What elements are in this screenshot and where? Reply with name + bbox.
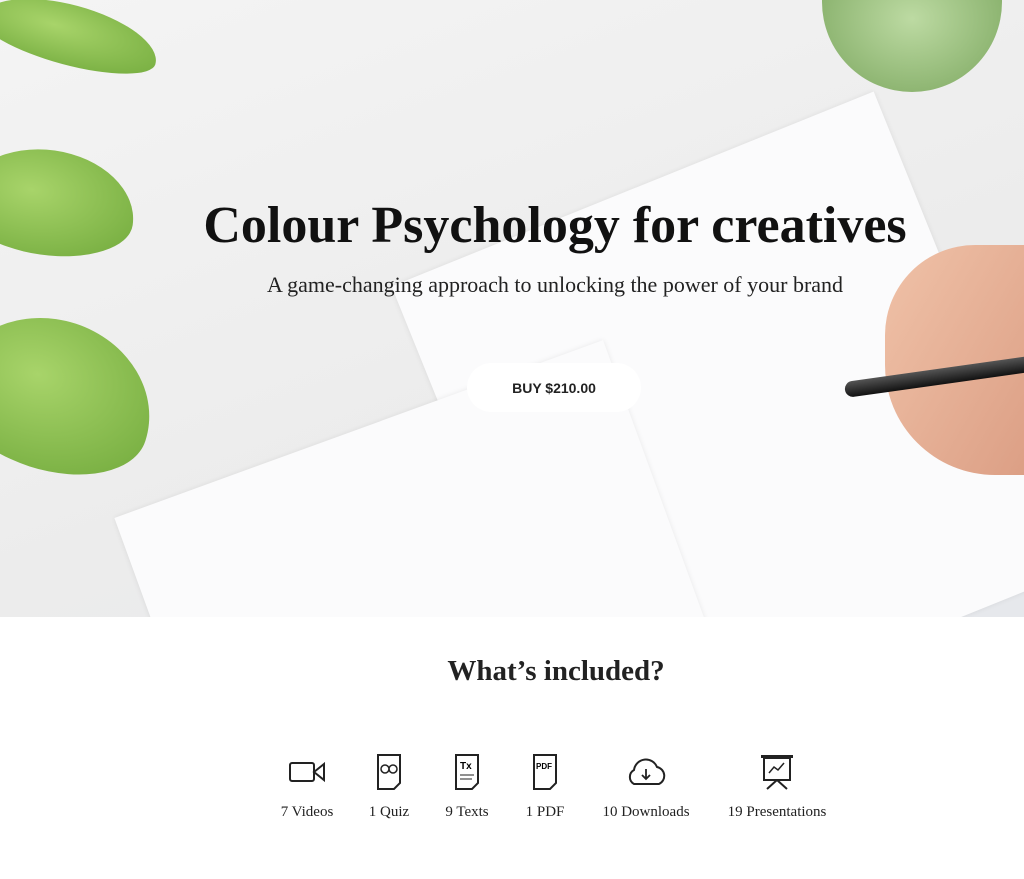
glass-decoration xyxy=(822,0,1002,92)
included-heading: What’s included? xyxy=(447,655,665,687)
item-label: 19 Presentations xyxy=(727,804,827,820)
page-title: Colour Psychology for creatives xyxy=(203,197,907,254)
hero-image xyxy=(0,0,1024,617)
pdf-icon: PDF xyxy=(533,754,557,790)
page-subtitle: A game-changing approach to unlocking th… xyxy=(266,272,844,297)
buy-button[interactable]: BUY $210.00 xyxy=(467,363,641,412)
svg-text:PDF: PDF xyxy=(536,762,552,771)
cloud-download-icon xyxy=(628,758,666,785)
leaf-decoration xyxy=(0,291,174,499)
included-item-presentations: 19 Presentations xyxy=(697,752,857,821)
presentation-icon xyxy=(761,755,793,790)
leaf-decoration xyxy=(0,0,165,88)
